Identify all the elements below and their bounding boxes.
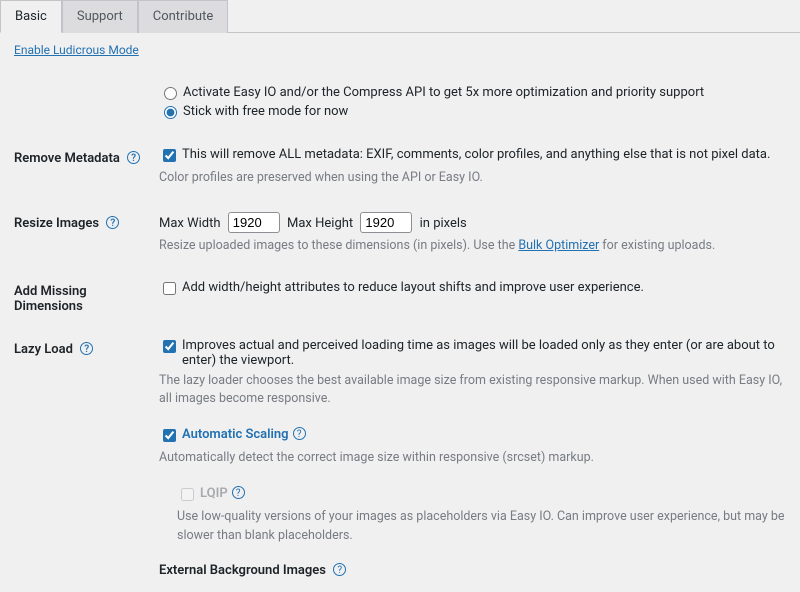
- checkbox-auto-scaling[interactable]: [163, 429, 176, 442]
- resize-desc-after: for existing uploads.: [599, 238, 715, 253]
- checkbox-lqip: [181, 488, 194, 501]
- radio-free-label: Stick with free mode for now: [183, 104, 348, 119]
- help-icon[interactable]: ?: [293, 427, 306, 440]
- max-height-label: Max Height: [287, 216, 353, 231]
- help-icon[interactable]: ?: [106, 216, 119, 229]
- tab-basic[interactable]: Basic: [0, 0, 62, 33]
- remove-metadata-label: This will remove ALL metadata: EXIF, com…: [182, 147, 770, 162]
- lazy-load-label: Improves actual and perceived loading ti…: [182, 338, 790, 368]
- resize-unit: in pixels: [420, 216, 467, 231]
- remove-metadata-heading: Remove Metadata: [14, 151, 120, 166]
- tab-contribute[interactable]: Contribute: [138, 0, 229, 33]
- bulk-optimizer-link[interactable]: Bulk Optimizer: [518, 238, 599, 253]
- external-bg-heading: External Background Images: [159, 563, 326, 578]
- checkbox-remove-metadata[interactable]: [163, 149, 176, 162]
- help-icon[interactable]: ?: [127, 151, 140, 164]
- checkbox-lazy-load[interactable]: [163, 340, 176, 353]
- max-width-input[interactable]: [228, 212, 280, 233]
- checkbox-add-dimensions[interactable]: [163, 282, 176, 295]
- enable-ludicrous-link[interactable]: Enable Ludicrous Mode: [14, 43, 139, 57]
- max-height-input[interactable]: [360, 212, 412, 233]
- tab-support[interactable]: Support: [62, 0, 138, 33]
- max-width-label: Max Width: [159, 216, 221, 231]
- radio-free-mode[interactable]: [164, 106, 177, 119]
- auto-scaling-desc: Automatically detect the correct image s…: [159, 449, 790, 468]
- lqip-desc: Use low-quality versions of your images …: [177, 508, 790, 546]
- remove-metadata-desc: Color profiles are preserved when using …: [159, 169, 790, 188]
- radio-activate-label: Activate Easy IO and/or the Compress API…: [183, 85, 704, 100]
- auto-scaling-label: Automatic Scaling: [182, 427, 289, 442]
- radio-activate-easyio[interactable]: [164, 87, 177, 100]
- lazy-load-desc: The lazy loader chooses the best availab…: [159, 372, 790, 410]
- resize-images-heading: Resize Images: [14, 216, 99, 231]
- add-dimensions-heading: Add Missing Dimensions: [14, 284, 87, 314]
- settings-form: Activate Easy IO and/or the Compress API…: [0, 75, 800, 592]
- help-icon[interactable]: ?: [333, 563, 346, 576]
- help-icon[interactable]: ?: [80, 342, 93, 355]
- lazy-load-heading: Lazy Load: [14, 342, 73, 357]
- resize-desc-before: Resize uploaded images to these dimensio…: [159, 238, 518, 253]
- add-dimensions-label: Add width/height attributes to reduce la…: [182, 280, 644, 295]
- tabs-nav: Basic Support Contribute: [0, 0, 800, 33]
- lqip-label: LQIP: [200, 486, 228, 501]
- help-icon[interactable]: ?: [232, 486, 245, 499]
